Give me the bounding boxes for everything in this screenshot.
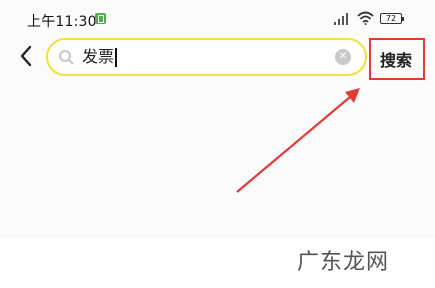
signal-icon <box>334 13 348 25</box>
search-box[interactable]: 发票 ✕ <box>46 38 367 76</box>
wifi-icon <box>357 11 374 25</box>
text-caret <box>115 47 117 67</box>
battery-icon: 72 <box>380 13 404 24</box>
status-bar: 上午11:30 72 <box>0 0 435 38</box>
search-query: 发票 <box>82 47 115 66</box>
status-time: 上午11:30 <box>27 14 97 30</box>
search-input[interactable]: 发票 <box>82 45 117 69</box>
watermark-text: 广东龙网 <box>297 250 390 275</box>
back-button[interactable] <box>14 42 38 70</box>
back-arrow-icon <box>20 45 32 67</box>
clear-icon[interactable]: ✕ <box>335 49 351 65</box>
notification-app-icon <box>95 13 106 24</box>
search-icon <box>59 50 74 65</box>
search-submit-button[interactable]: 搜索 <box>370 40 422 78</box>
